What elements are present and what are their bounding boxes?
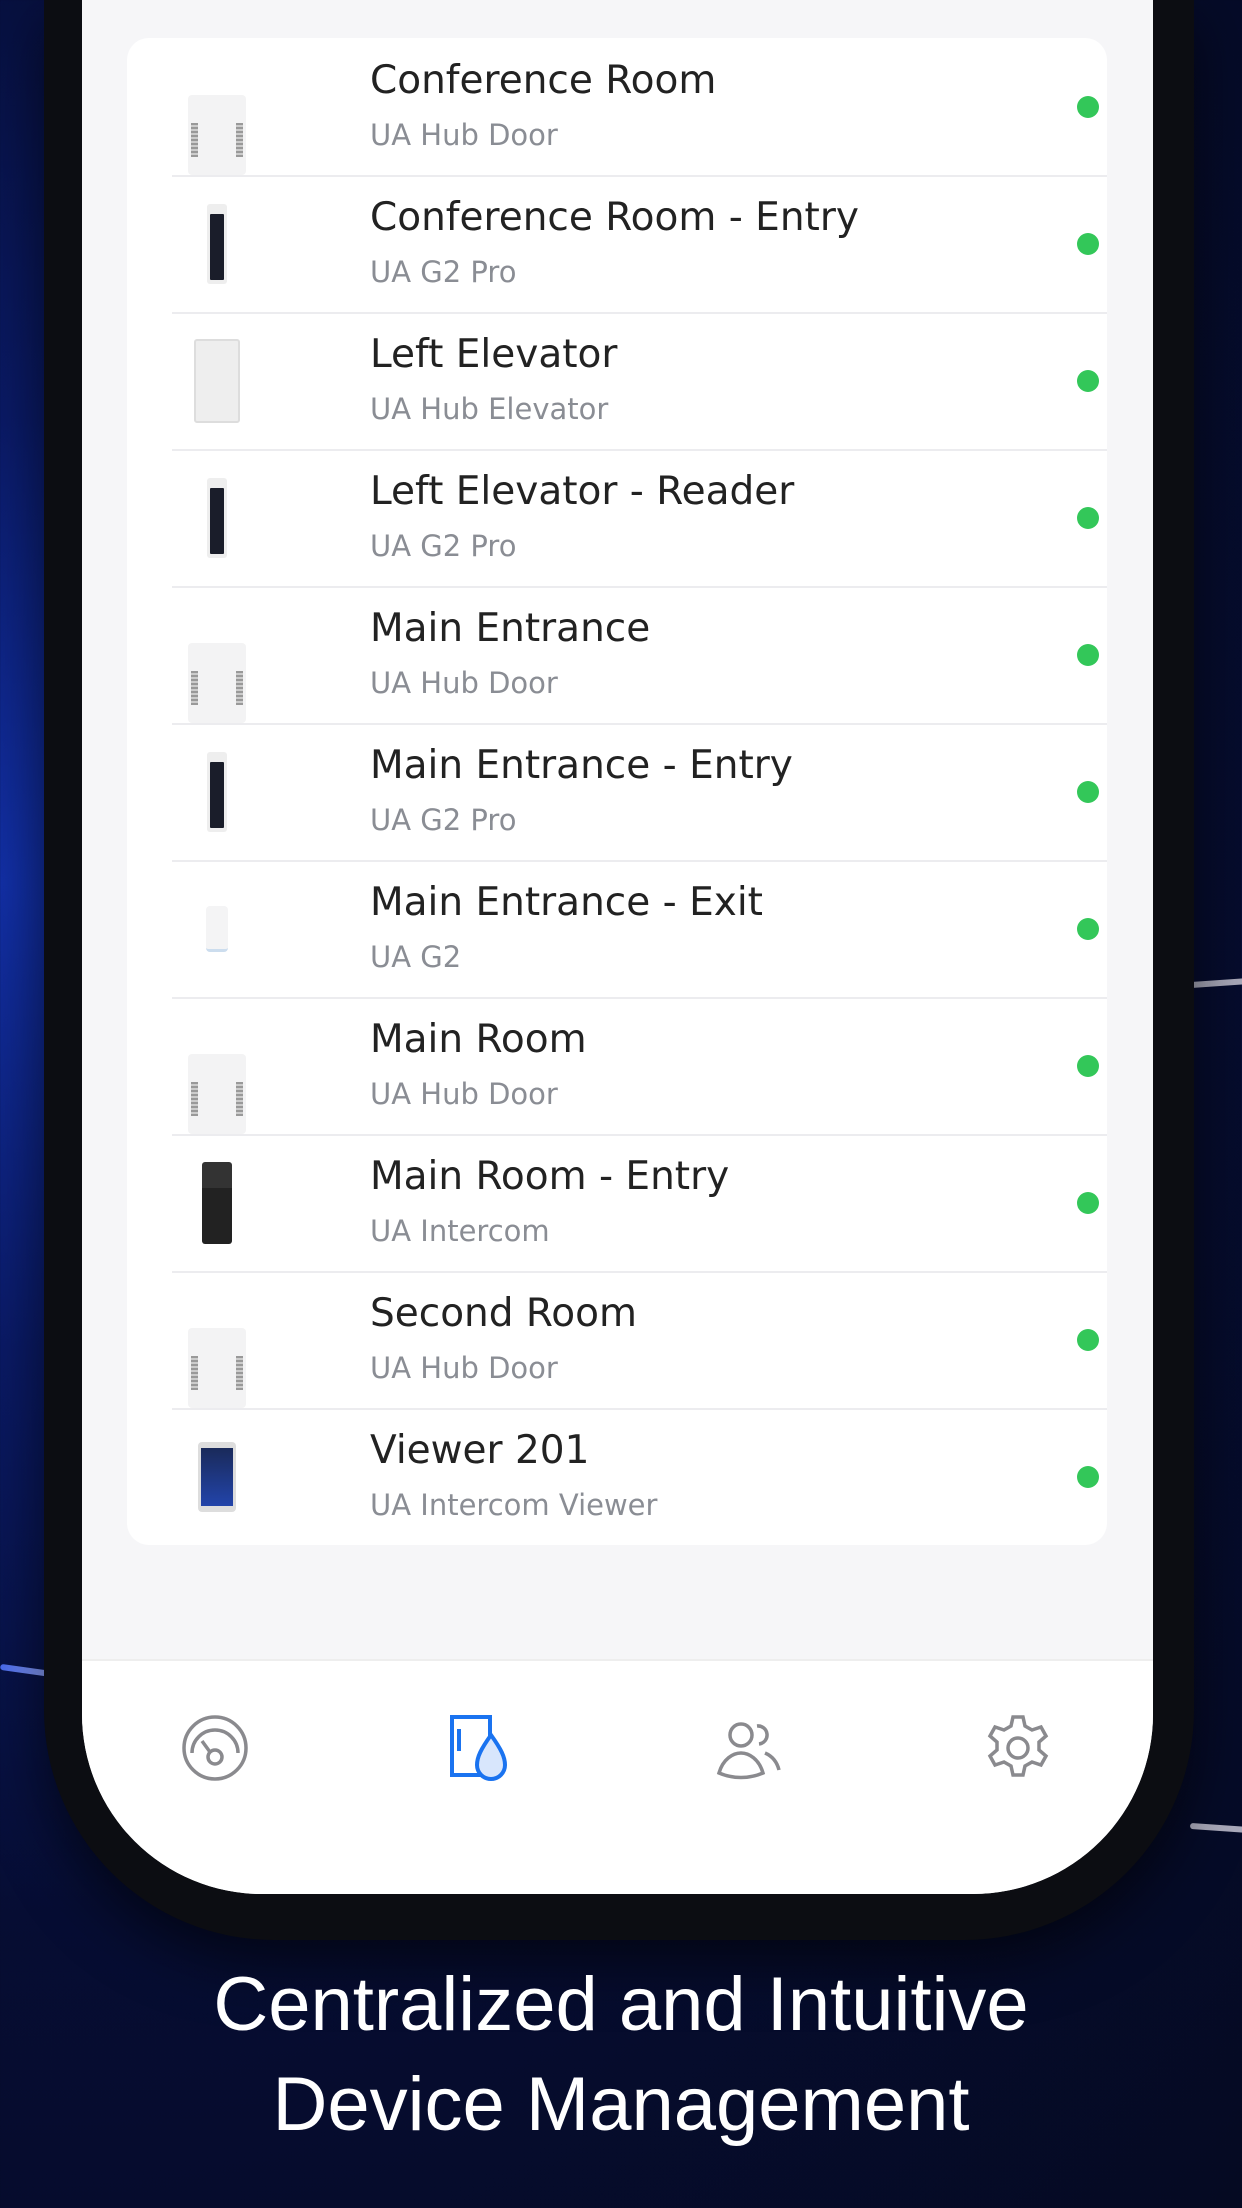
device-model: UA Hub Door	[370, 666, 558, 700]
status-online-dot	[1077, 780, 1099, 803]
status-online-dot	[1077, 506, 1099, 529]
light-streak	[1189, 977, 1242, 989]
device-name: Conference Room	[370, 58, 717, 103]
device-model: UA G2	[370, 940, 462, 974]
device-thumbnail	[207, 203, 227, 284]
caption-line-2: Device Management	[272, 2062, 970, 2147]
users-icon	[716, 1722, 781, 1780]
status-online-dot	[1077, 95, 1099, 118]
device-model: UA G2 Pro	[370, 529, 517, 563]
device-name: Main Entrance - Entry	[370, 743, 793, 788]
device-thumbnail	[188, 1054, 246, 1134]
tab-dashboard[interactable]	[180, 1713, 250, 1783]
device-thumbnail	[188, 643, 246, 723]
device-name: Left Elevator	[370, 332, 618, 377]
tab-users[interactable]	[715, 1713, 785, 1783]
device-model: UA Hub Elevator	[370, 392, 609, 426]
device-model: UA Intercom Viewer	[370, 1488, 658, 1522]
status-online-dot	[1077, 232, 1099, 255]
device-thumbnail	[194, 338, 240, 423]
device-thumbnail	[202, 1161, 232, 1244]
device-thumbnail	[188, 95, 246, 175]
device-name: Main Entrance - Exit	[370, 880, 763, 925]
device-row[interactable]: Left Elevator UA Hub Elevator	[127, 312, 1107, 449]
marketing-caption: Centralized and Intuitive Device Managem…	[0, 1955, 1242, 2155]
device-name: Main Room	[370, 1017, 587, 1062]
device-thumbnail	[188, 1328, 246, 1408]
status-online-dot	[1077, 917, 1099, 940]
device-thumbnail	[198, 1441, 236, 1512]
device-row[interactable]: Main Room - Entry UA Intercom	[127, 1134, 1107, 1271]
app-screen: Conference Room UA Hub Door Conference R…	[82, 0, 1153, 1894]
gear-icon	[987, 1715, 1049, 1777]
tab-bar	[82, 1659, 1153, 1894]
device-row[interactable]: Main Entrance - Exit UA G2	[127, 860, 1107, 997]
device-row[interactable]: Conference Room UA Hub Door	[127, 38, 1107, 175]
device-model: UA G2 Pro	[370, 255, 517, 289]
device-model: UA Hub Door	[370, 1077, 558, 1111]
device-row[interactable]: Conference Room - Entry UA G2 Pro	[127, 175, 1107, 312]
device-list: Conference Room UA Hub Door Conference R…	[127, 38, 1107, 1545]
status-online-dot	[1077, 1465, 1099, 1488]
status-online-dot	[1077, 369, 1099, 392]
device-name: Main Entrance	[370, 606, 651, 651]
device-row[interactable]: Main Entrance UA Hub Door	[127, 586, 1107, 723]
device-model: UA Hub Door	[370, 118, 558, 152]
device-model: UA Hub Door	[370, 1351, 558, 1385]
device-name: Viewer 201	[370, 1428, 590, 1473]
device-thumbnail	[207, 477, 227, 558]
device-name: Left Elevator - Reader	[370, 469, 795, 514]
status-online-dot	[1077, 1191, 1099, 1214]
device-model: UA Intercom	[370, 1214, 550, 1248]
device-thumbnail	[206, 905, 228, 952]
device-name: Conference Room - Entry	[370, 195, 859, 240]
status-online-dot	[1077, 1328, 1099, 1351]
device-row[interactable]: Main Room UA Hub Door	[127, 997, 1107, 1134]
status-online-dot	[1077, 1054, 1099, 1077]
device-row[interactable]: Second Room UA Hub Door	[127, 1271, 1107, 1408]
caption-line-1: Centralized and Intuitive	[213, 1962, 1029, 2047]
light-streak	[1189, 1822, 1242, 1834]
dashboard-gauge-icon	[182, 1715, 248, 1781]
device-row[interactable]: Main Entrance - Entry UA G2 Pro	[127, 723, 1107, 860]
tab-doors[interactable]	[447, 1713, 517, 1783]
door-access-icon	[450, 1715, 508, 1781]
tab-settings[interactable]	[983, 1713, 1053, 1783]
device-name: Main Room - Entry	[370, 1154, 730, 1199]
device-model: UA G2 Pro	[370, 803, 517, 837]
device-row[interactable]: Left Elevator - Reader UA G2 Pro	[127, 449, 1107, 586]
device-thumbnail	[207, 751, 227, 832]
device-name: Second Room	[370, 1291, 637, 1336]
status-online-dot	[1077, 643, 1099, 666]
device-row[interactable]: Viewer 201 UA Intercom Viewer	[127, 1408, 1107, 1545]
